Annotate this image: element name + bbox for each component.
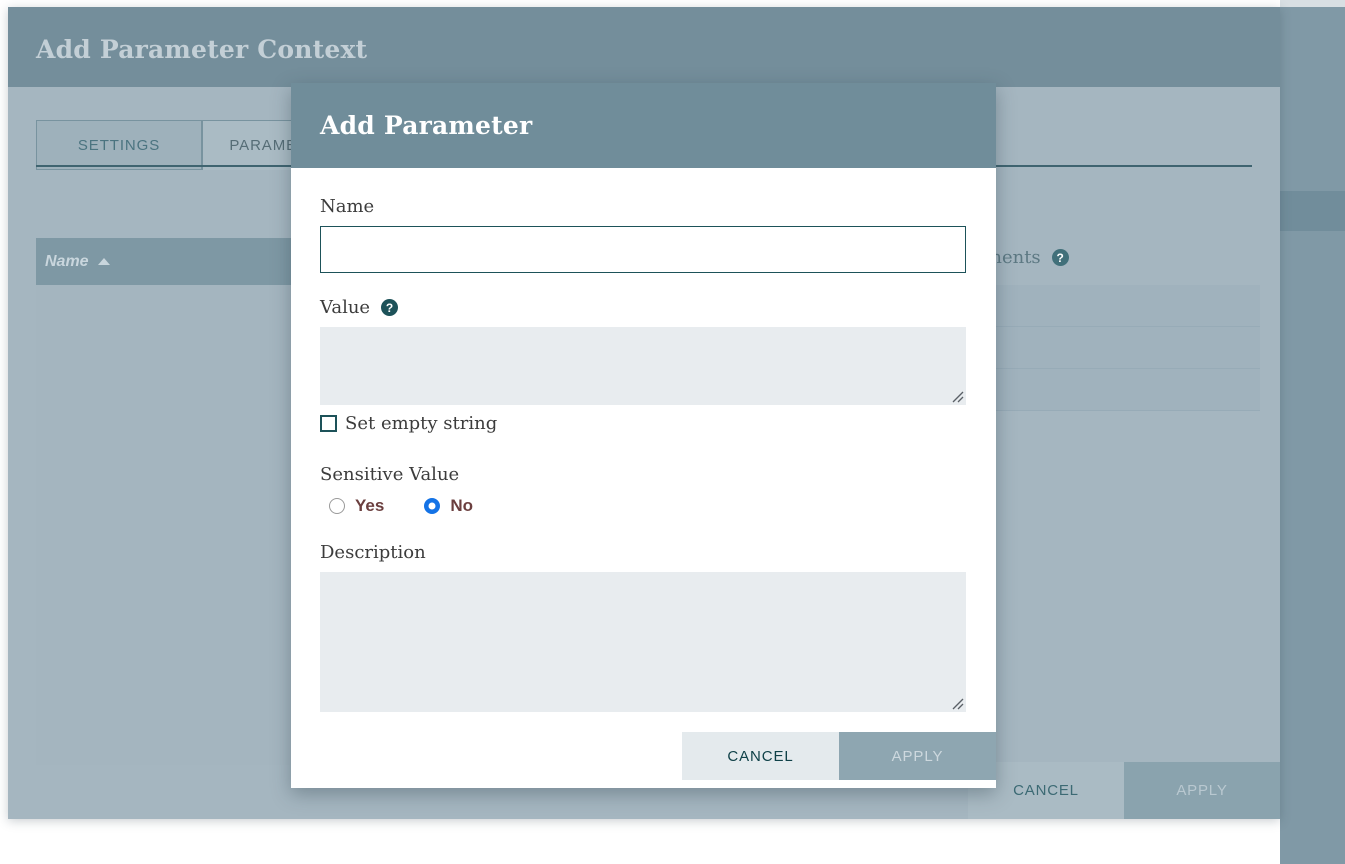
app-root: Add Parameter Context SETTINGS PARAMETER… bbox=[0, 0, 1345, 864]
apply-button-label: APPLY bbox=[891, 747, 944, 765]
value-textarea-wrap bbox=[320, 327, 966, 405]
background-dialog-title: Add Parameter Context bbox=[36, 35, 368, 64]
sensitive-value-radio-group: Yes No bbox=[320, 496, 967, 516]
sensitive-value-option-no[interactable]: No bbox=[424, 496, 473, 516]
description-label-text: Description bbox=[320, 542, 426, 563]
description-field-label: Description bbox=[320, 542, 967, 563]
description-textarea-wrap bbox=[320, 572, 966, 712]
help-circle-icon[interactable]: ? bbox=[1051, 249, 1069, 266]
radio-no-icon[interactable] bbox=[424, 498, 441, 514]
list-item bbox=[968, 369, 1260, 411]
radio-no-label: No bbox=[450, 496, 473, 515]
background-dialog-header: Add Parameter Context bbox=[8, 7, 1280, 87]
name-label-text: Name bbox=[320, 196, 375, 217]
cancel-button-label: CANCEL bbox=[727, 747, 794, 765]
overlay-scrim-right bbox=[1280, 0, 1345, 864]
description-field-group: Description bbox=[320, 542, 967, 712]
set-empty-string-label: Set empty string bbox=[345, 413, 498, 434]
sort-ascending-arrow-icon bbox=[97, 258, 110, 265]
value-field-group: Value ? bbox=[320, 297, 967, 405]
background-apply-button[interactable]: APPLY bbox=[1124, 762, 1280, 819]
parameters-table-column-name: Name bbox=[45, 252, 89, 270]
modal-body: Name Value ? Set empty string Sensitive … bbox=[291, 168, 996, 740]
background-cancel-label: CANCEL bbox=[1013, 782, 1079, 799]
modal-header: Add Parameter bbox=[291, 83, 996, 168]
name-field-label: Name bbox=[320, 196, 967, 217]
referencing-components-list bbox=[968, 285, 1260, 725]
sensitive-value-option-yes[interactable]: Yes bbox=[329, 496, 384, 516]
overlay-scrim-top bbox=[1280, 0, 1345, 7]
list-item bbox=[968, 285, 1260, 327]
background-apply-label: APPLY bbox=[1176, 782, 1228, 799]
radio-yes-icon[interactable] bbox=[329, 498, 345, 514]
list-item bbox=[968, 327, 1260, 369]
tab-settings[interactable]: SETTINGS bbox=[36, 120, 202, 170]
add-parameter-modal: Add Parameter Name Value ? Set empty str… bbox=[291, 83, 996, 788]
sensitive-value-label: Sensitive Value bbox=[320, 464, 460, 485]
radio-yes-label: Yes bbox=[355, 496, 385, 515]
modal-title: Add Parameter bbox=[320, 111, 533, 140]
name-input[interactable] bbox=[320, 226, 966, 273]
overlay-scrim-band bbox=[1280, 191, 1345, 231]
cancel-button[interactable]: CANCEL bbox=[682, 732, 839, 780]
help-circle-icon[interactable]: ? bbox=[381, 299, 399, 316]
referencing-components-panel: ponents ? bbox=[968, 197, 1260, 767]
modal-footer: CANCEL APPLY bbox=[291, 732, 996, 780]
name-field-group: Name bbox=[320, 196, 967, 273]
value-label-text: Value bbox=[320, 297, 371, 318]
set-empty-string-row[interactable]: Set empty string bbox=[320, 413, 967, 434]
apply-button[interactable]: APPLY bbox=[839, 732, 996, 780]
description-textarea[interactable] bbox=[320, 572, 966, 712]
value-textarea[interactable] bbox=[320, 327, 966, 405]
set-empty-string-checkbox[interactable] bbox=[320, 415, 337, 432]
tab-settings-label: SETTINGS bbox=[77, 136, 161, 154]
value-field-label: Value ? bbox=[320, 297, 967, 318]
